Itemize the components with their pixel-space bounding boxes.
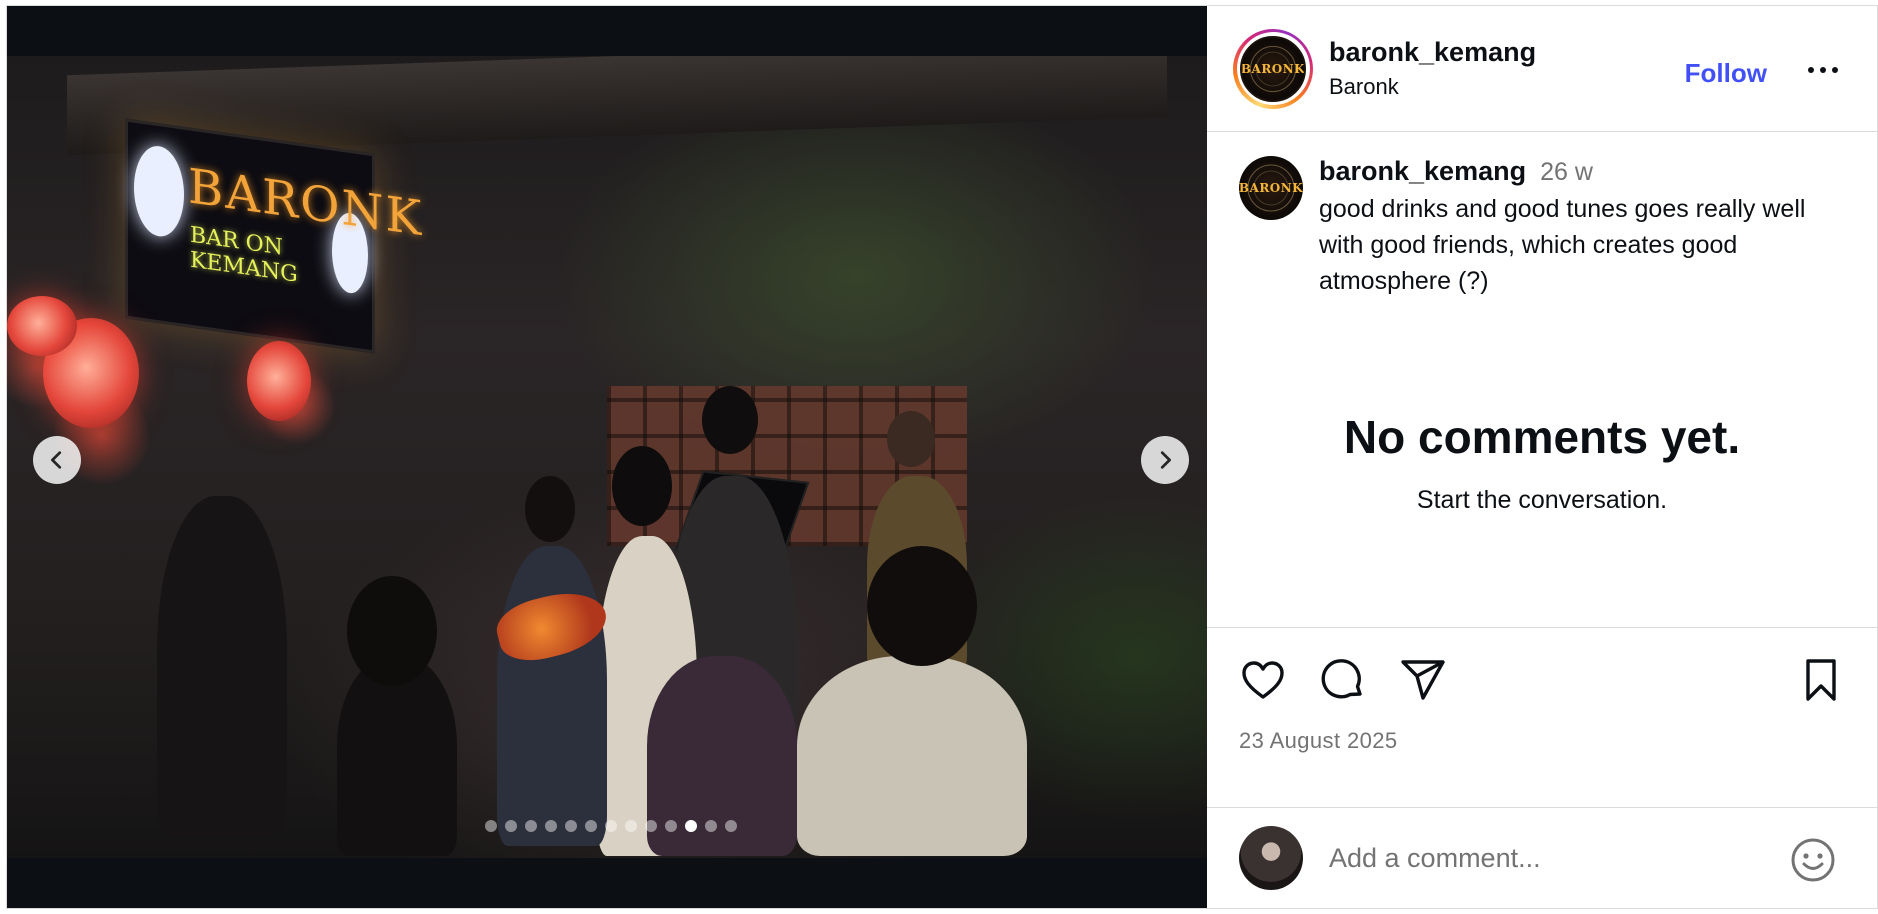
caption-text: good drinks and good tunes goes really w… [1319,195,1806,295]
bar-sign: BARONK BAR ON KEMANG [125,118,423,354]
empty-comments-title: No comments yet. [1343,411,1741,463]
share-icon[interactable] [1399,656,1447,704]
caption-avatar[interactable]: BARONK [1239,156,1303,220]
avatar[interactable]: BARONK [1240,35,1306,102]
carousel-indicator [485,820,737,832]
carousel-next-button[interactable] [1141,436,1189,484]
story-ring[interactable]: BARONK [1233,28,1313,109]
carousel-prev-button[interactable] [33,436,81,484]
carousel-dot [705,820,717,832]
heart-icon[interactable] [1239,656,1287,704]
carousel-dot [725,820,737,832]
carousel-dot [565,820,577,832]
emoji-icon[interactable] [1789,836,1837,884]
more-options-icon[interactable] [1805,60,1841,80]
carousel-dot [665,820,677,832]
post-date[interactable]: 23 August 2025 [1239,728,1398,754]
lantern [7,296,77,356]
comment-input[interactable] [1329,833,1769,883]
carousel-dot [605,820,617,832]
post-side-panel: BARONK baronk_kemang Baronk Follow BARON… [1207,6,1877,908]
carousel-dot [485,820,497,832]
carousel-dot [525,820,537,832]
empty-comments: No comments yet. Start the conversation. [1207,410,1877,515]
post-caption: BARONK baronk_kemang 26 w good drinks an… [1239,156,1839,299]
current-user-avatar [1239,826,1303,890]
empty-comments-subtitle: Start the conversation. [1416,486,1668,514]
carousel-dot [505,820,517,832]
caption-username[interactable]: baronk_kemang [1319,156,1526,187]
header-subtitle[interactable]: Baronk [1329,74,1536,100]
carousel-dot [585,820,597,832]
comment-icon[interactable] [1319,656,1367,704]
post-media: BARONK BAR ON KEMANG [7,6,1207,908]
chevron-right-icon [1160,451,1171,469]
bookmark-icon[interactable] [1797,656,1845,704]
caption-timestamp[interactable]: 26 w [1540,158,1593,187]
carousel-dot [625,820,637,832]
post-dialog: BARONK BAR ON KEMANG BARONK baronk_keman… [6,5,1878,909]
lantern [247,341,311,421]
follow-button[interactable]: Follow [1685,58,1767,89]
post-header: BARONK baronk_kemang Baronk Follow [1207,6,1877,132]
post-actions: 23 August 2025 [1207,628,1877,808]
header-username[interactable]: baronk_kemang [1329,37,1536,68]
carousel-dot [645,820,657,832]
comment-composer [1207,808,1877,908]
carousel-dot [545,820,557,832]
carousel-dot [685,820,697,832]
chevron-left-icon [51,451,62,469]
comments-section: BARONK baronk_kemang 26 w good drinks an… [1207,132,1877,628]
post-photo: BARONK BAR ON KEMANG [7,56,1207,858]
